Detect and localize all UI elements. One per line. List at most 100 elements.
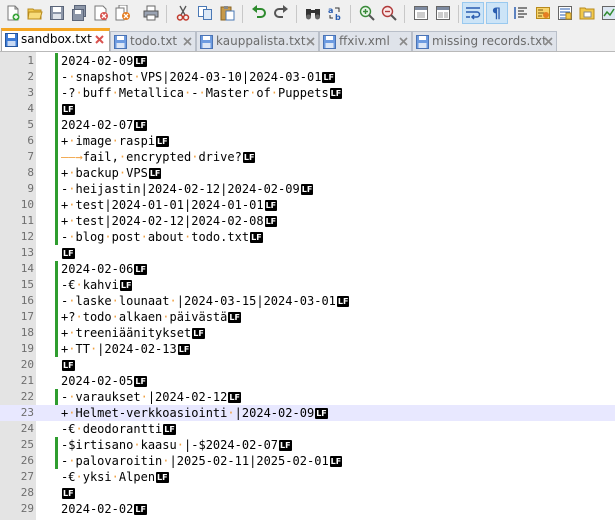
zoom-in-button[interactable] xyxy=(356,2,378,24)
eol-marker: LF xyxy=(329,456,343,467)
eol-marker: LF xyxy=(156,472,169,483)
word-wrap-button[interactable] xyxy=(462,2,484,24)
text-editor[interactable]: 1 2024-02-09 LF 2 -·snapshot·VPS|2024-03-10|… xyxy=(0,52,615,520)
line-number: 10 xyxy=(20,198,34,211)
function-list-button[interactable] xyxy=(554,2,576,24)
close-icon[interactable] xyxy=(305,36,316,47)
print-icon xyxy=(143,5,159,21)
line-text: 2024-02-07 LF xyxy=(61,118,147,132)
editor-line[interactable]: 21 2024-02-05 LF xyxy=(0,373,615,389)
editor-line[interactable]: 25 -$irtisano·kaasu·|-$2024-02-07 LF xyxy=(0,437,615,453)
editor-line[interactable]: 24 -€·deodorantti LF xyxy=(0,421,615,437)
editor-line[interactable]: 4 LF xyxy=(0,101,615,117)
line-text: 2024-02-06 LF xyxy=(61,262,147,276)
find-button[interactable] xyxy=(302,2,324,24)
editor-line[interactable]: 15 -€·kahvi LF xyxy=(0,277,615,293)
tab-label: todo.txt xyxy=(130,34,178,48)
editor-line[interactable]: 6 +·image·raspi LF xyxy=(0,133,615,149)
close-icon[interactable] xyxy=(543,36,554,47)
line-text: -·blog·post·about·todo.txt LF xyxy=(61,230,263,244)
tab-label: kauppalista.txt xyxy=(216,34,306,48)
close-icon[interactable] xyxy=(182,36,193,47)
editor-line[interactable]: 27 -€·yksi·Alpen LF xyxy=(0,469,615,485)
line-text: +·test|2024-01-01|2024-01-01 LF xyxy=(61,198,278,212)
close-button[interactable] xyxy=(90,2,112,24)
line-text: -$irtisano·kaasu·|-$2024-02-07 LF xyxy=(61,438,292,452)
line-number: 22 xyxy=(20,390,34,403)
indent-guide-icon xyxy=(514,7,527,19)
eol-marker: LF xyxy=(62,488,75,499)
editor-line[interactable]: 5 2024-02-07 LF xyxy=(0,117,615,133)
replace-button[interactable]: ab xyxy=(324,2,346,24)
toolbar-separator xyxy=(296,5,297,23)
sync-vertical-button[interactable] xyxy=(410,2,432,24)
tab-missing-records[interactable]: missing records.txt xyxy=(412,31,557,51)
editor-line[interactable]: 13 LF xyxy=(0,245,615,261)
editor-line[interactable]: 2 -·snapshot·VPS|2024-03-10|2024-03-01 LF xyxy=(0,69,615,85)
editor-line[interactable]: 10 +·test|2024-01-01|2024-01-01 LF xyxy=(0,197,615,213)
editor-line[interactable]: 7 ——→fail,·encrypted·drive? LF xyxy=(0,149,615,165)
editor-line[interactable]: 28 LF xyxy=(0,485,615,501)
monitoring-button[interactable] xyxy=(598,2,615,24)
tab-kauppalista[interactable]: kauppalista.txt xyxy=(196,31,319,51)
eol-marker: LF xyxy=(119,280,133,291)
paste-button[interactable] xyxy=(216,2,238,24)
editor-line[interactable]: 19 +·TT·|2024-02-13 LF xyxy=(0,341,615,357)
indent-guide-button[interactable] xyxy=(510,2,532,24)
line-number: 13 xyxy=(20,246,34,259)
sync-vertical-icon xyxy=(414,6,428,20)
save-button[interactable] xyxy=(46,2,68,24)
show-all-characters-button[interactable]: ¶ xyxy=(486,2,508,24)
close-icon[interactable] xyxy=(398,36,409,47)
svg-text:a: a xyxy=(328,6,333,15)
save-all-icon xyxy=(72,5,86,21)
eol-marker: LF xyxy=(336,296,350,307)
eol-marker: LF xyxy=(315,408,328,419)
redo-button[interactable] xyxy=(270,2,292,24)
tab-sandbox[interactable]: sandbox.txt xyxy=(1,28,110,51)
new-file-button[interactable] xyxy=(2,2,24,24)
folder-as-workspace-button[interactable] xyxy=(576,2,598,24)
line-number: 5 xyxy=(27,118,34,131)
open-file-button[interactable] xyxy=(24,2,46,24)
editor-line[interactable]: 23 +·Helmet-verkkoasiointi·|2024-02-09 LF xyxy=(0,405,615,421)
editor-line[interactable]: 8 +·backup·VPS LF xyxy=(0,165,615,181)
file-icon xyxy=(200,35,213,49)
tab-ffxiv[interactable]: ffxiv.xml xyxy=(319,31,412,51)
tab-todo[interactable]: todo.txt xyxy=(110,31,196,51)
editor-line[interactable]: 1 2024-02-09 LF xyxy=(0,53,615,69)
editor-line[interactable]: 14 2024-02-06 LF xyxy=(0,261,615,277)
line-text: -·heijastin|2024-02-12|2024-02-09 LF xyxy=(61,182,314,196)
undo-button[interactable] xyxy=(248,2,270,24)
paste-icon xyxy=(220,6,235,21)
editor-line[interactable]: 17 +?·todo·alkaen·päivästä LF xyxy=(0,309,615,325)
editor-line[interactable]: 9 -·heijastin|2024-02-12|2024-02-09 LF xyxy=(0,181,615,197)
find-icon xyxy=(306,9,320,20)
print-button[interactable] xyxy=(140,2,162,24)
line-text: -·palovaroitin·|2025-02-11|2025-02-01 LF xyxy=(61,454,343,468)
close-all-button[interactable] xyxy=(112,2,134,24)
editor-line[interactable]: 16 -·laske·lounaat·|2024-03-15|2024-03-01… xyxy=(0,293,615,309)
zoom-out-button[interactable] xyxy=(378,2,400,24)
editor-line[interactable]: 22 -·varaukset·|2024-02-12 LF xyxy=(0,389,615,405)
editor-line[interactable]: 29 2024-02-02 LF xyxy=(0,501,615,517)
line-number: 11 xyxy=(20,214,34,227)
editor-line[interactable]: 11 +·test|2024-02-12|2024-02-08 LF xyxy=(0,213,615,229)
editor-line[interactable]: 26 -·palovaroitin·|2025-02-11|2025-02-01 L… xyxy=(0,453,615,469)
editor-line[interactable]: 18 +·treeniäänitykset LF xyxy=(0,325,615,341)
svg-text:¶: ¶ xyxy=(492,6,501,21)
document-map-button[interactable] xyxy=(532,2,554,24)
editor-line[interactable]: 3 -?·buff·Metallica·-·Master·of·Puppets LF xyxy=(0,85,615,101)
close-icon[interactable] xyxy=(94,34,105,45)
cut-button[interactable] xyxy=(172,2,194,24)
tab-bar: sandbox.txt todo.txt kauppalista.txt ffx… xyxy=(0,27,615,52)
line-number: 16 xyxy=(20,294,34,307)
eol-marker: LF xyxy=(134,264,147,275)
line-number: 8 xyxy=(27,166,34,179)
editor-line[interactable]: 12 -·blog·post·about·todo.txt LF xyxy=(0,229,615,245)
editor-line[interactable]: 20 LF xyxy=(0,357,615,373)
copy-button[interactable] xyxy=(194,2,216,24)
tab-label: missing records.txt xyxy=(432,34,547,48)
save-all-button[interactable] xyxy=(68,2,90,24)
sync-horizontal-button[interactable] xyxy=(432,2,454,24)
